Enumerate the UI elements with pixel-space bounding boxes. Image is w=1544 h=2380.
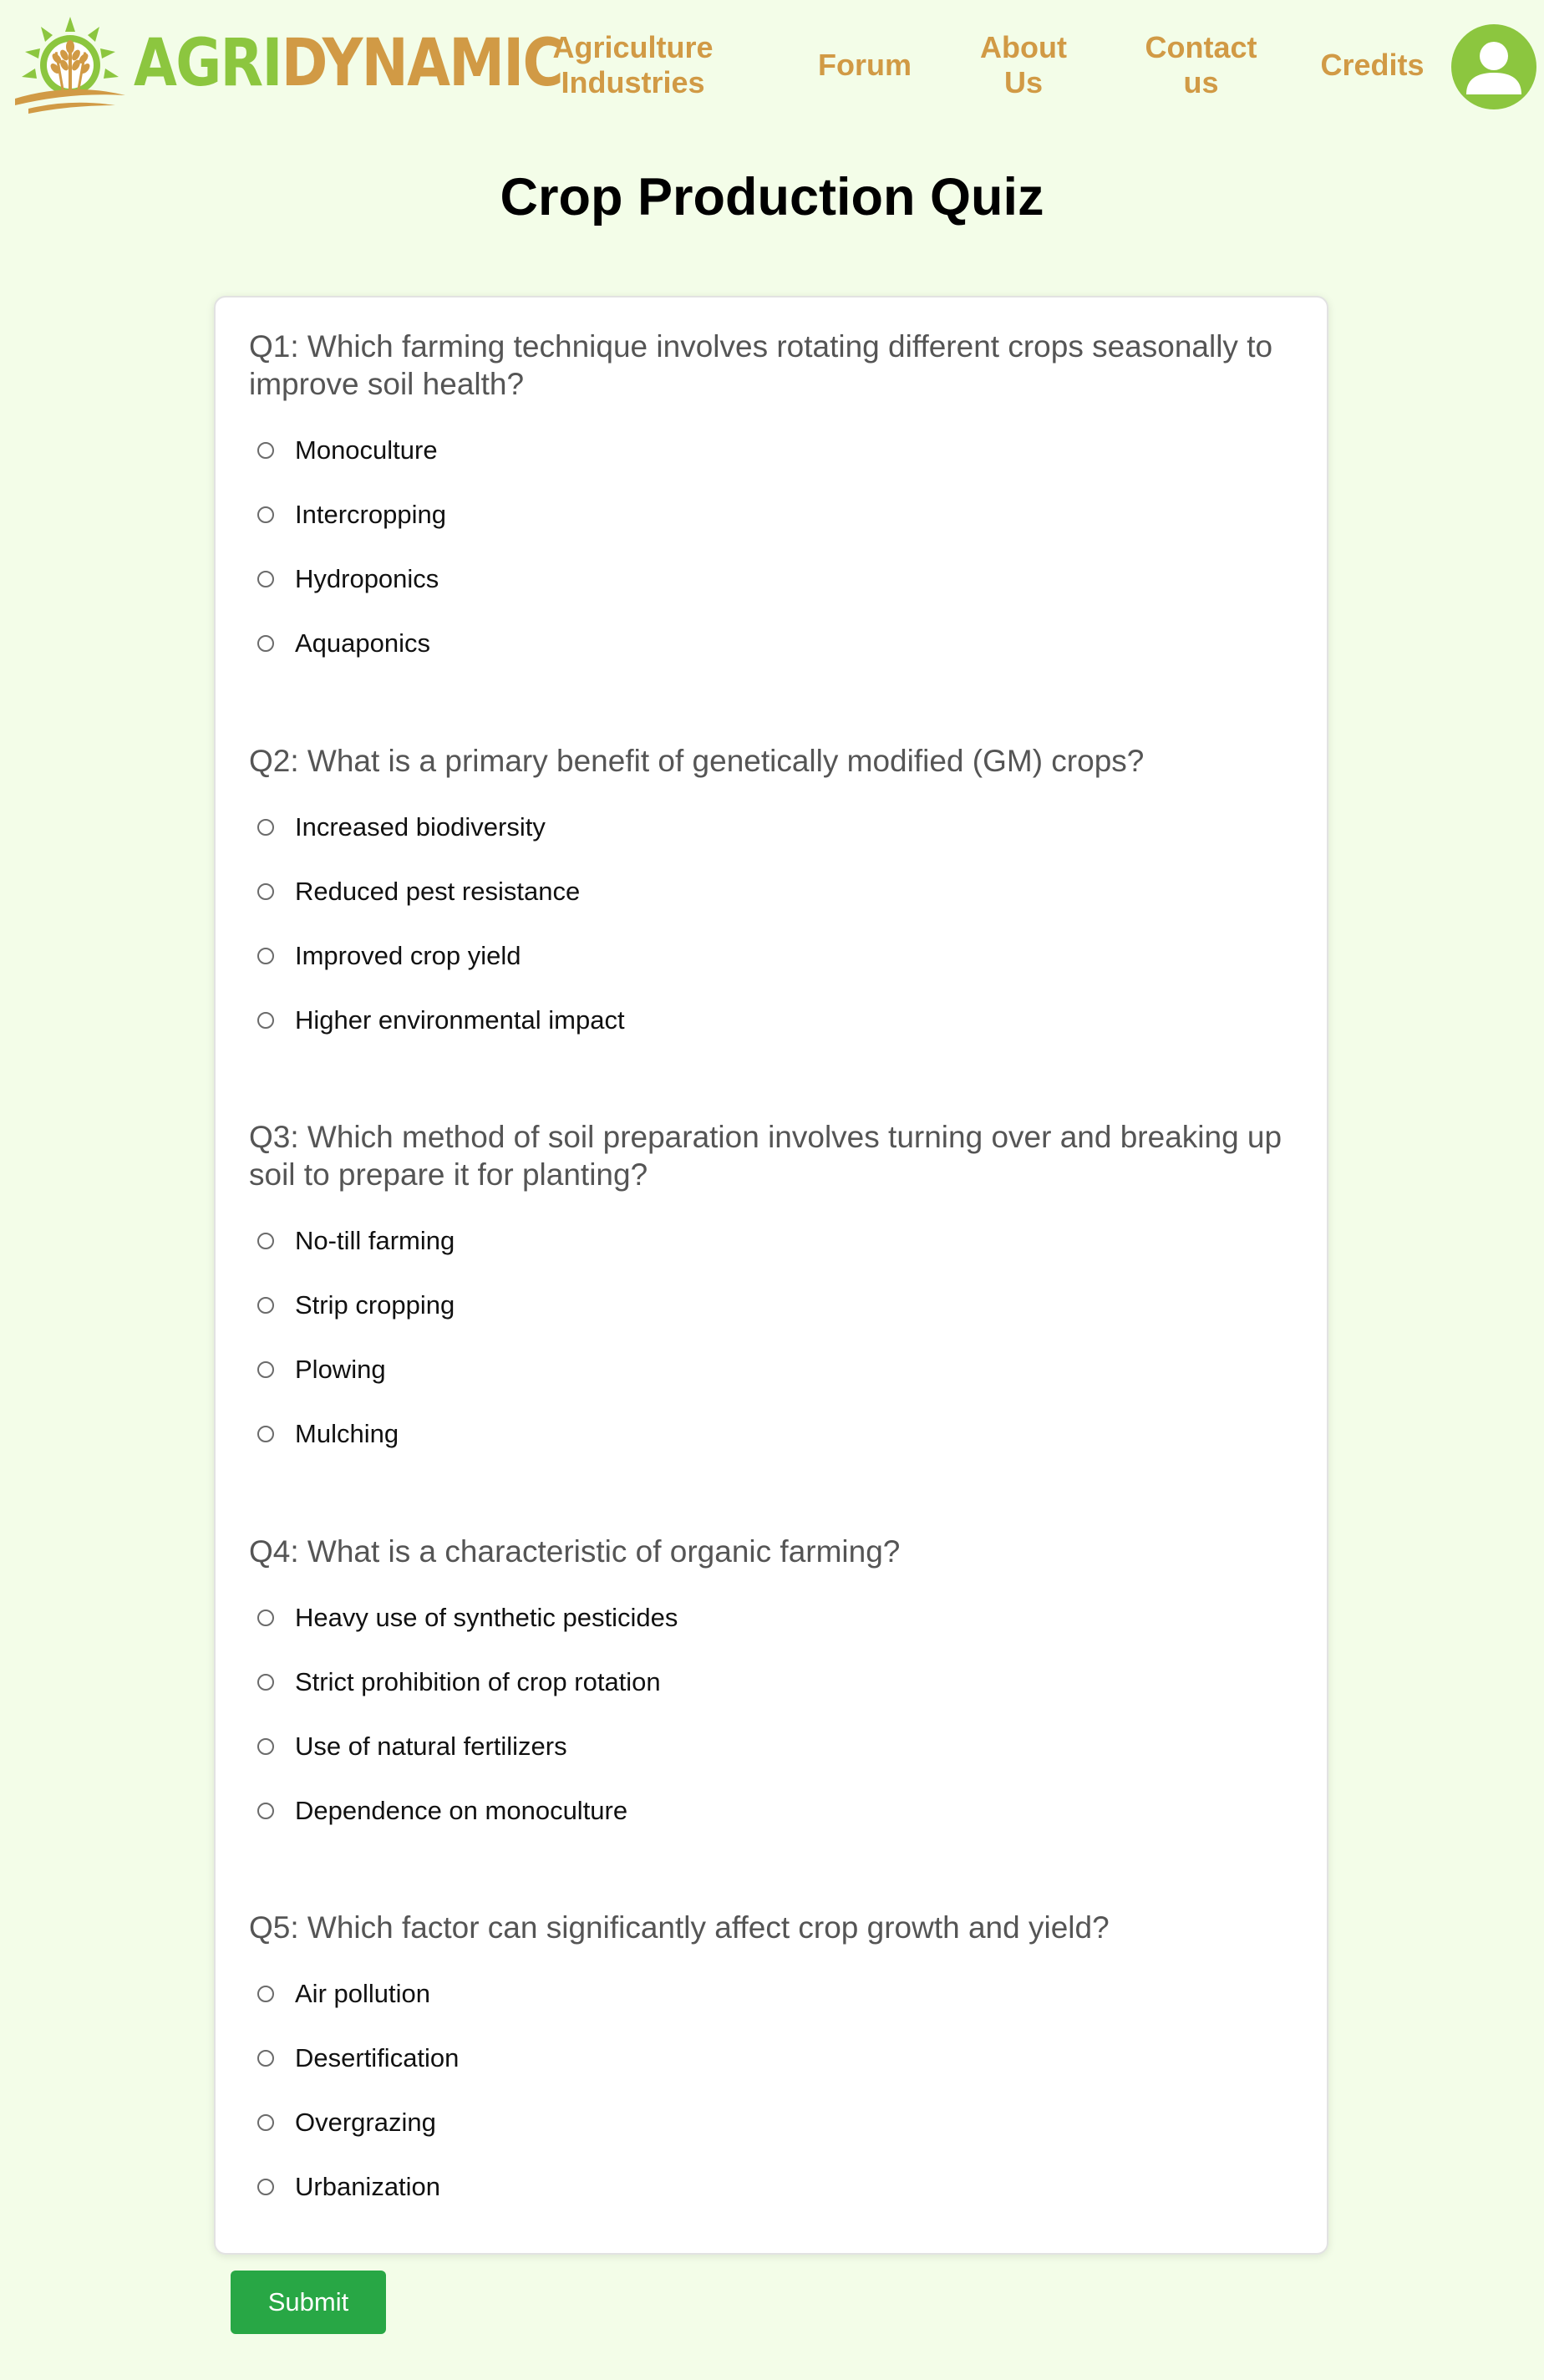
option[interactable]: Overgrazing xyxy=(249,2090,1310,2154)
option-label: Strip cropping xyxy=(295,1289,455,1320)
radio-button-icon[interactable] xyxy=(257,1737,274,1755)
radio-button-icon[interactable] xyxy=(257,1425,274,1442)
brand-name-part1: AGRI xyxy=(134,26,282,101)
option-label: Plowing xyxy=(295,1354,386,1384)
question-4: Q4: What is a characteristic of organic … xyxy=(249,1533,1310,1843)
option-label: Increased biodiversity xyxy=(295,811,546,842)
question-1-text: Q1: Which farming technique involves rot… xyxy=(249,329,1273,401)
site-header: AGRIDYNAMIC Agriculture Industries Forum… xyxy=(0,0,1544,134)
nav-credits[interactable]: Credits xyxy=(1303,48,1441,83)
question-4-text: Q4: What is a characteristic of organic … xyxy=(249,1534,901,1569)
option[interactable]: Use of natural fertilizers xyxy=(249,1714,1310,1778)
nav-forum[interactable]: Forum xyxy=(802,48,927,83)
question-1: Q1: Which farming technique involves rot… xyxy=(249,328,1310,675)
option[interactable]: Increased biodiversity xyxy=(249,795,1310,859)
nav-contact-us[interactable]: Contact us xyxy=(1120,30,1282,100)
option-label: Desertification xyxy=(295,2042,460,2072)
nav-contact-line1: Contact xyxy=(1145,30,1257,64)
option-label: Hydroponics xyxy=(295,563,439,593)
option-label: Urbanization xyxy=(295,2171,441,2201)
option[interactable]: Plowing xyxy=(249,1337,1310,1401)
nav-about-us[interactable]: About Us xyxy=(961,30,1086,100)
wheat-sun-logo-icon xyxy=(15,17,125,114)
option-label: Strict prohibition of crop rotation xyxy=(295,1666,661,1696)
question-5: Q5: Which factor can significantly affec… xyxy=(249,1909,1310,2219)
brand-name: AGRIDYNAMIC xyxy=(134,31,564,96)
radio-button-icon[interactable] xyxy=(257,2113,274,2131)
radio-button-icon[interactable] xyxy=(257,634,274,652)
option-label: Air pollution xyxy=(295,1978,430,2008)
option-label: Overgrazing xyxy=(295,2107,436,2137)
nav-contact-line2: us xyxy=(1183,65,1219,99)
nav-about-line2: Us xyxy=(1003,65,1044,99)
option[interactable]: Reduced pest resistance xyxy=(249,859,1310,923)
radio-button-icon[interactable] xyxy=(257,1609,274,1626)
nav-agriculture-line1: Agriculture xyxy=(552,30,714,64)
option[interactable]: Monoculture xyxy=(249,418,1310,482)
radio-button-icon[interactable] xyxy=(257,1011,274,1029)
option-label: Reduced pest resistance xyxy=(295,876,581,906)
nav-agriculture-industries[interactable]: Agriculture Industries xyxy=(535,30,731,100)
option[interactable]: Intercropping xyxy=(249,482,1310,547)
submit-button[interactable]: Submit xyxy=(231,2271,386,2334)
brand-name-part2: DYNAMIC xyxy=(281,26,564,101)
radio-button-icon[interactable] xyxy=(257,1360,274,1378)
option-label: Aquaponics xyxy=(295,628,431,658)
option-label: Mulching xyxy=(295,1418,399,1448)
option[interactable]: Strict prohibition of crop rotation xyxy=(249,1650,1310,1714)
radio-button-icon[interactable] xyxy=(257,1673,274,1691)
nav-agriculture-line2: Industries xyxy=(561,65,705,99)
option-label: Improved crop yield xyxy=(295,940,521,970)
profile-avatar[interactable] xyxy=(1451,24,1536,109)
question-2-options: Increased biodiversity Reduced pest resi… xyxy=(249,795,1310,1052)
radio-button-icon[interactable] xyxy=(257,570,274,587)
option[interactable]: Desertification xyxy=(249,2026,1310,2090)
question-3: Q3: Which method of soil preparation inv… xyxy=(249,1118,1310,1466)
option[interactable]: Heavy use of synthetic pesticides xyxy=(249,1585,1310,1650)
option-label: Monoculture xyxy=(295,435,438,465)
option[interactable]: Dependence on monoculture xyxy=(249,1778,1310,1843)
radio-button-icon[interactable] xyxy=(257,882,274,900)
radio-button-icon[interactable] xyxy=(257,818,274,836)
question-2: Q2: What is a primary benefit of genetic… xyxy=(249,742,1310,1052)
radio-button-icon[interactable] xyxy=(257,1802,274,1819)
option[interactable]: Hydroponics xyxy=(249,547,1310,611)
option[interactable]: Improved crop yield xyxy=(249,923,1310,988)
option-label: Intercropping xyxy=(295,499,446,529)
option[interactable]: Aquaponics xyxy=(249,611,1310,675)
question-2-text: Q2: What is a primary benefit of genetic… xyxy=(249,744,1145,778)
page-title: Crop Production Quiz xyxy=(500,168,1044,226)
radio-button-icon[interactable] xyxy=(257,506,274,523)
question-3-options: No-till farming Strip cropping Plowing M… xyxy=(249,1208,1310,1466)
nav-about-line1: About xyxy=(980,30,1067,64)
option[interactable]: Strip cropping xyxy=(249,1273,1310,1337)
radio-button-icon[interactable] xyxy=(257,947,274,964)
option[interactable]: Urbanization xyxy=(249,2154,1310,2219)
question-1-options: Monoculture Intercropping Hydroponics Aq… xyxy=(249,418,1310,675)
quiz-form: Q1: Which farming technique involves rot… xyxy=(214,296,1328,2255)
question-3-text: Q3: Which method of soil preparation inv… xyxy=(249,1120,1282,1192)
radio-button-icon[interactable] xyxy=(257,1296,274,1314)
option-label: Dependence on monoculture xyxy=(295,1795,628,1825)
option[interactable]: Mulching xyxy=(249,1401,1310,1466)
user-profile-icon xyxy=(1466,42,1521,94)
radio-button-icon[interactable] xyxy=(257,1985,274,2002)
option[interactable]: Air pollution xyxy=(249,1961,1310,2026)
question-4-options: Heavy use of synthetic pesticides Strict… xyxy=(249,1585,1310,1843)
radio-button-icon[interactable] xyxy=(257,1232,274,1249)
question-5-options: Air pollution Desertification Overgrazin… xyxy=(249,1961,1310,2219)
radio-button-icon[interactable] xyxy=(257,2178,274,2195)
radio-button-icon[interactable] xyxy=(257,441,274,459)
option-label: Use of natural fertilizers xyxy=(295,1731,567,1761)
option[interactable]: Higher environmental impact xyxy=(249,988,1310,1052)
option-label: Heavy use of synthetic pesticides xyxy=(295,1602,678,1632)
radio-button-icon[interactable] xyxy=(257,2049,274,2067)
option-label: No-till farming xyxy=(295,1225,455,1255)
option-label: Higher environmental impact xyxy=(295,1004,625,1035)
question-5-text: Q5: Which factor can significantly affec… xyxy=(249,1910,1110,1945)
option[interactable]: No-till farming xyxy=(249,1208,1310,1273)
